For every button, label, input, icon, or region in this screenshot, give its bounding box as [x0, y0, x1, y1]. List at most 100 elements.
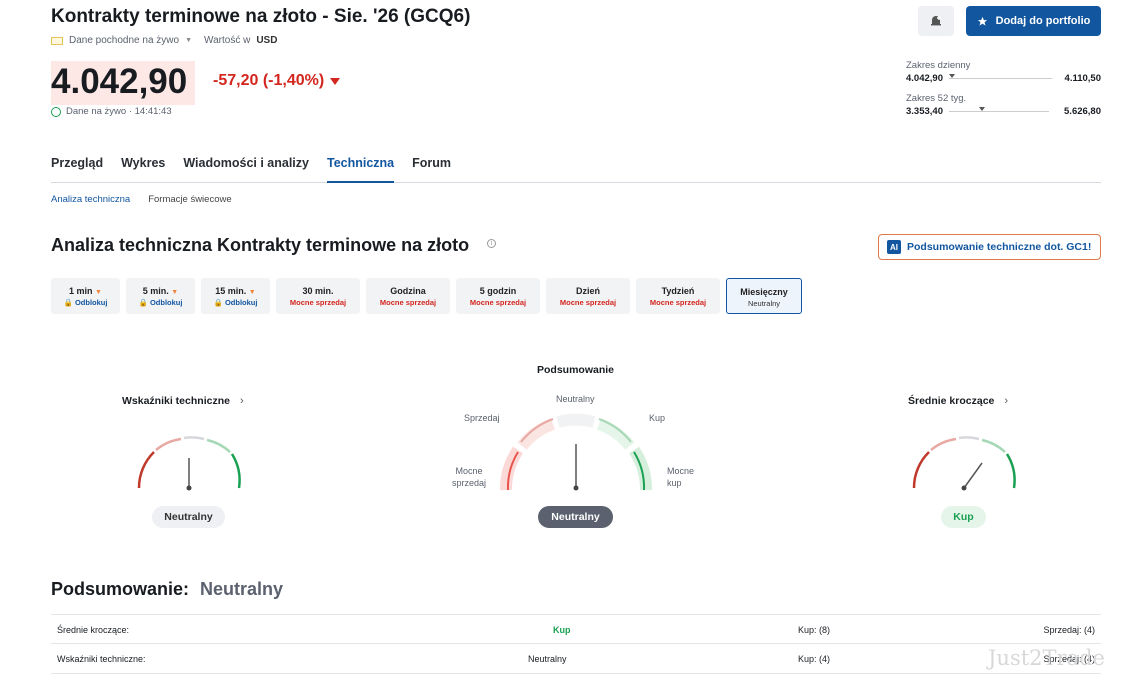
table-row: Wskaźniki techniczne: Neutralny Kup: (4)… [51, 644, 1101, 674]
timeframe-label: 15 min. [215, 286, 247, 296]
row-sell-count: Sprzedaj: (4) [1043, 625, 1095, 635]
timeframe-label: 5 min. [142, 286, 169, 296]
timeframe-label: 1 min [69, 286, 93, 296]
technical-indicators-result: Neutralny [152, 506, 225, 528]
star-icon [977, 16, 987, 26]
ai-summary-button[interactable]: AI Podsumowanie techniczne dot. GC1! [878, 234, 1101, 260]
live-data-indicator: Dane na żywo · 14:41:43 [51, 106, 172, 117]
fire-icon: ▼ [171, 289, 179, 296]
chevron-right-icon: › [239, 395, 244, 407]
currency-value: USD [256, 35, 278, 46]
watermark: Just2Trade [988, 646, 1105, 670]
chevron-right-icon: › [1004, 395, 1009, 407]
gauge-label-neutral: Neutralny [556, 394, 595, 404]
row-signal: Neutralny [528, 654, 567, 664]
main-tabs: Przegląd Wykres Wiadomości i analizy Tec… [51, 150, 1101, 183]
technical-indicators-link[interactable]: Wskaźniki techniczne › [122, 395, 244, 407]
tab-overview[interactable]: Przegląd [51, 150, 103, 183]
timeframe-month[interactable]: Miesięczny Neutralny [726, 278, 802, 314]
bell-plus-icon [931, 16, 941, 26]
chevron-down-icon[interactable]: ▼ [185, 37, 192, 44]
timeframe-status: Neutralny [747, 299, 781, 308]
technical-indicators-title: Wskaźniki techniczne [122, 395, 230, 407]
technical-indicators-gauge [137, 436, 241, 491]
week52-high: 5.626,80 [1064, 106, 1101, 117]
timeframe-status: Mocne sprzedaj [379, 298, 437, 307]
live-data-label: Dane na żywo · 14:41:43 [66, 106, 172, 117]
timeframe-15min[interactable]: 15 min. ▼ 🔒 Odblokuj [201, 278, 270, 314]
timeframe-week[interactable]: Tydzień Mocne sprzedaj [636, 278, 720, 314]
timeframe-status: Odblokuj [149, 298, 183, 307]
tab-technical[interactable]: Techniczna [326, 150, 395, 183]
ai-icon: AI [887, 240, 901, 254]
week52-low: 3.353,40 [906, 106, 943, 117]
clock-icon [51, 106, 61, 117]
fire-icon: ▼ [248, 289, 256, 296]
tab-news-analysis[interactable]: Wiadomości i analizy [183, 150, 309, 183]
row-name: Średnie kroczące: [57, 625, 130, 635]
moving-averages-result: Kup [941, 506, 986, 528]
data-source-label[interactable]: Dane pochodne na żywo [69, 35, 179, 46]
timeframe-label: Dzień [575, 286, 600, 296]
row-buy-count: Kup: (4) [798, 654, 831, 664]
currency-label: Wartość w [204, 35, 251, 46]
last-price: 4.042,90 [51, 62, 188, 101]
week52-range-bar [948, 107, 1049, 112]
timeframe-status: Mocne sprzedaj [289, 298, 347, 307]
summary-table: Średnie kroczące: Kup Kup: (8) Sprzedaj:… [51, 614, 1101, 674]
arrow-down-icon [330, 77, 341, 85]
day-range: 4.042,90 4.110,50 [906, 73, 1101, 84]
section-title: Analiza techniczna Kontrakty terminowe n… [51, 235, 470, 255]
flag-icon [51, 36, 63, 45]
timeframe-1min[interactable]: 1 min ▼ 🔒 Odblokuj [51, 278, 120, 314]
timeframe-hour[interactable]: Godzina Mocne sprzedaj [366, 278, 450, 314]
summary-gauge-result: Neutralny [538, 506, 613, 528]
week52-range-label: Zakres 52 tyg. [906, 93, 967, 104]
summary-gauge-title: Podsumowanie [537, 364, 615, 376]
summary-heading: Podsumowanie: Neutralny [51, 579, 283, 600]
timeframe-day[interactable]: Dzień Mocne sprzedaj [546, 278, 630, 314]
fire-icon: ▼ [95, 289, 102, 296]
day-range-bar [948, 74, 1052, 79]
ai-summary-label: Podsumowanie techniczne dot. GC1! [907, 241, 1092, 253]
table-row: Średnie kroczące: Kup Kup: (8) Sprzedaj:… [51, 614, 1101, 644]
lock-icon: 🔒 [63, 298, 73, 307]
summary-gauge [499, 413, 653, 491]
timeframe-5min[interactable]: 5 min. ▼ 🔒 Odblokuj [126, 278, 195, 314]
subtab-candlestick-patterns[interactable]: Formacje świecowe [148, 194, 231, 205]
add-to-portfolio-button[interactable]: Dodaj do portfolio [966, 6, 1101, 36]
moving-averages-gauge [912, 436, 1016, 491]
gauge-label-sell: Sprzedaj [464, 413, 500, 423]
tab-forum[interactable]: Forum [412, 150, 451, 183]
moving-averages-link[interactable]: Średnie kroczące › [908, 395, 1008, 407]
timeframe-status: Mocne sprzedaj [649, 298, 707, 307]
timeframe-5hours[interactable]: 5 godzin Mocne sprzedaj [456, 278, 540, 314]
day-range-label: Zakres dzienny [906, 60, 971, 71]
timeframe-status: Mocne sprzedaj [559, 298, 617, 307]
row-buy-count: Kup: (8) [798, 625, 831, 635]
week52-range: 3.353,40 5.626,80 [906, 106, 1101, 117]
sub-tabs: Analiza techniczna Formacje świecowe [51, 194, 232, 205]
moving-averages-title: Średnie kroczące [908, 395, 995, 407]
gauge-label-strong-buy: Mocne kup [667, 466, 695, 488]
timeframe-status: Odblokuj [74, 298, 108, 307]
tab-chart[interactable]: Wykres [121, 150, 165, 183]
day-high: 4.110,50 [1064, 73, 1101, 84]
row-signal: Kup [553, 625, 571, 635]
timeframe-label: Miesięczny [740, 287, 788, 297]
alert-button[interactable] [918, 6, 954, 36]
timeframe-30min[interactable]: 30 min. Mocne sprzedaj [276, 278, 360, 314]
lock-icon: 🔒 [138, 298, 148, 307]
subtab-technical-analysis[interactable]: Analiza techniczna [51, 194, 130, 205]
data-source-info: Dane pochodne na żywo ▼ Wartość w USD [51, 35, 277, 46]
timeframe-label: Tydzień [661, 286, 695, 296]
week52-range-marker [978, 107, 985, 111]
gauge-label-strong-sell: Mocne sprzedaj [451, 466, 487, 488]
page-title: Kontrakty terminowe na złoto - Sie. '26 … [51, 6, 471, 27]
day-range-marker [948, 74, 955, 78]
timeframe-label: 5 godzin [479, 286, 517, 296]
info-icon[interactable]: i [487, 239, 496, 248]
summary-value: Neutralny [200, 579, 284, 599]
row-name: Wskaźniki techniczne: [57, 654, 146, 664]
price-change: -57,20 (-1,40%) [213, 72, 341, 90]
